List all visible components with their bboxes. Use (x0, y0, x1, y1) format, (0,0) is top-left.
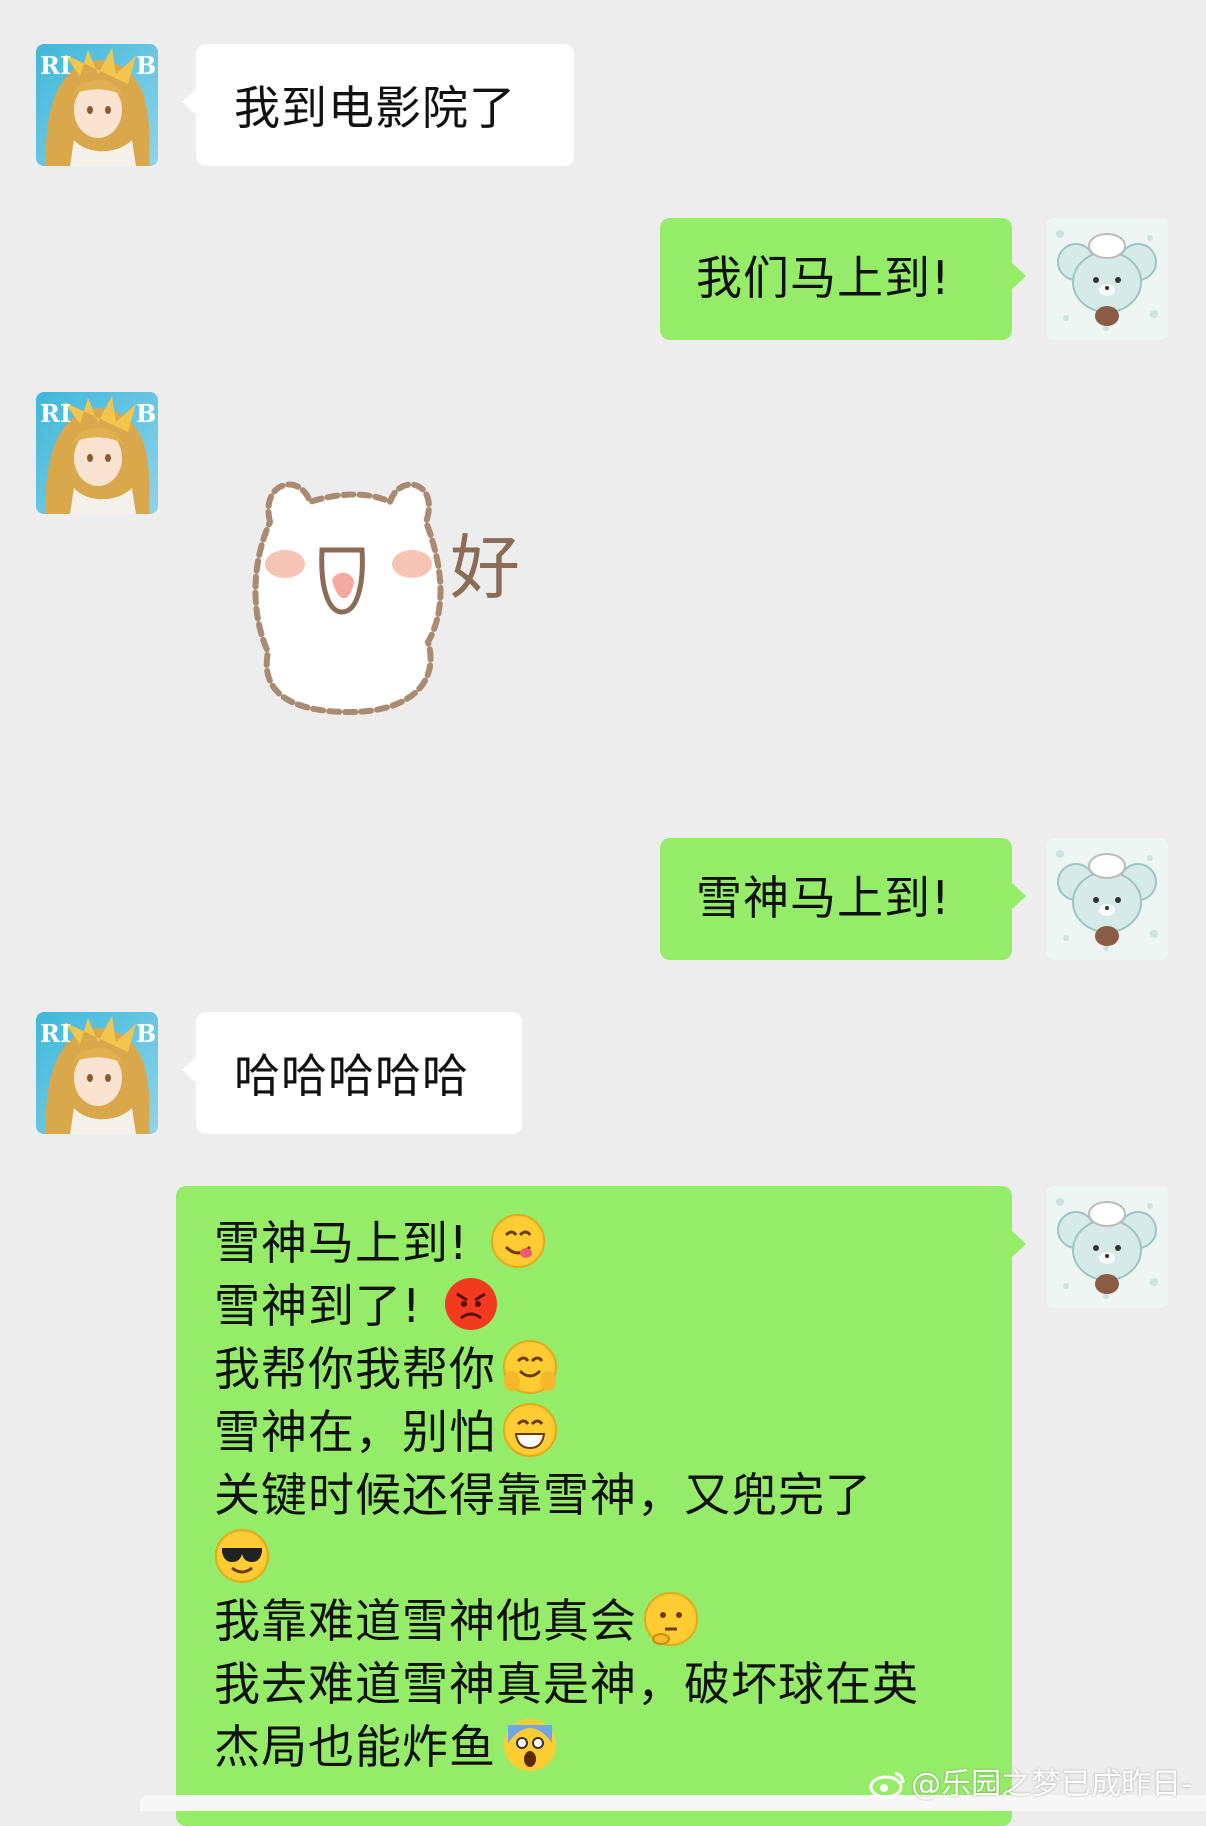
message-bubble-left[interactable]: 哈哈哈哈哈 (182, 1012, 522, 1134)
message-line: 杰局也能炸鱼 (214, 1716, 976, 1779)
bear-chef-avatar-icon (1046, 838, 1168, 960)
grin-face-emoji (502, 1402, 558, 1458)
message-line: 我帮你我帮你 (214, 1338, 976, 1401)
anime-girl-avatar-icon (36, 392, 158, 514)
message-text: 哈哈哈哈哈 (234, 1049, 469, 1103)
anime-girl-avatar-icon (36, 1012, 158, 1134)
message-text: 我到电影院了 (234, 81, 516, 135)
message-line: 雪神到了! (214, 1275, 976, 1338)
message-line: 我去难道雪神真是神，破坏球在英 (214, 1657, 919, 1711)
sticker-text: 好 (450, 527, 520, 609)
message-bubble-left[interactable]: 我到电影院了 (182, 44, 574, 166)
bear-sticker[interactable]: 好 (240, 462, 570, 732)
hug-face-emoji (502, 1339, 558, 1395)
avatar-right[interactable] (1046, 218, 1168, 340)
avatar-left[interactable] (36, 1012, 158, 1134)
message-bubble-right-long[interactable]: 雪神马上到! 雪神到了! 我帮你我帮你 雪神在，别怕 关键时候还得靠雪神，又兜完… (176, 1186, 1026, 1826)
avatar-left[interactable] (36, 44, 158, 166)
watermark: @乐园之梦已成昨日- (869, 1759, 1192, 1803)
message-bubble-right[interactable]: 我们马上到! (660, 218, 1026, 340)
message-line (214, 1527, 976, 1590)
avatar-right[interactable] (1046, 838, 1168, 960)
sunglasses-face-emoji (214, 1528, 270, 1584)
yum-face-emoji (490, 1213, 546, 1269)
bear-chef-avatar-icon (1046, 218, 1168, 340)
message-bubble-right[interactable]: 雪神马上到! (660, 838, 1026, 960)
message-text: 我们马上到! (696, 251, 951, 305)
avatar-left[interactable] (36, 392, 158, 514)
weibo-icon (869, 1771, 905, 1799)
thinking-face-emoji (643, 1591, 699, 1647)
scream-face-emoji (504, 1719, 556, 1771)
angry-face-emoji (445, 1278, 498, 1330)
anime-girl-avatar-icon (36, 44, 158, 166)
avatar-right[interactable] (1046, 1186, 1168, 1308)
message-line: 雪神在，别怕 (214, 1401, 976, 1464)
message-text: 雪神马上到! (696, 871, 951, 925)
message-line: 关键时候还得靠雪神，又兜完了 (214, 1468, 872, 1522)
message-line: 雪神马上到! (214, 1212, 976, 1275)
bear-sticker-icon: 好 (252, 481, 520, 716)
message-line: 我靠难道雪神他真会 (214, 1590, 976, 1653)
bear-chef-avatar-icon (1046, 1186, 1168, 1308)
